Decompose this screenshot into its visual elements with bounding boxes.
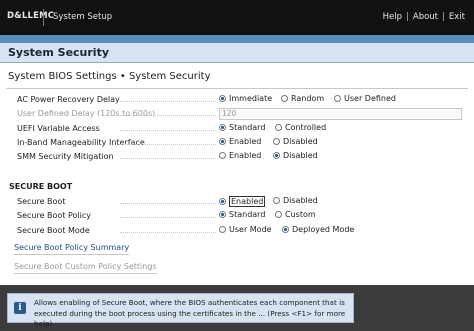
radio-selected-icon [273, 152, 280, 159]
radio-unselected-icon [275, 124, 282, 131]
dotted-leader [120, 144, 216, 145]
radio-selected-icon [219, 124, 226, 131]
setting-row-user-defined-delay: User Defined Delay (120s to 600s) 120 [0, 108, 474, 122]
radio-custom[interactable]: Custom [275, 210, 316, 219]
secure-boot-policy-summary-link[interactable]: Secure Boot Policy Summary [14, 243, 130, 255]
setting-label: Secure Boot [17, 197, 66, 206]
setting-row-smm-security-mitigation: SMM Security Mitigation Enabled Disabled [0, 151, 474, 165]
setting-row-in-band-manageability: In-Band Manageability Interface Enabled … [0, 137, 474, 151]
setting-label: AC Power Recovery Delay [17, 95, 120, 104]
dotted-leader [120, 115, 216, 116]
info-icon: i [14, 302, 26, 314]
radio-selected-icon [219, 198, 226, 205]
radio-immediate[interactable]: Immediate [219, 94, 272, 103]
setting-label: In-Band Manageability Interface [17, 138, 145, 147]
page-title-bar: System Security [0, 43, 474, 63]
radio-random[interactable]: Random [281, 94, 324, 103]
radio-unselected-icon [273, 138, 280, 145]
help-text-line: Allows enabling of Secure Boot, where th… [34, 298, 345, 307]
dotted-leader [120, 101, 216, 102]
setting-row-ac-power-recovery-delay: AC Power Recovery Delay Immediate Random… [0, 94, 474, 108]
help-box: i Allows enabling of Secure Boot, where … [7, 293, 354, 328]
dotted-leader [120, 203, 216, 204]
radio-selected-icon [219, 211, 226, 218]
radio-disabled[interactable]: Disabled [273, 151, 318, 160]
setting-row-uefi-variable-access: UEFI Variable Access Standard Controlled [0, 123, 474, 137]
radio-enabled[interactable]: Enabled [219, 196, 266, 207]
setting-label: User Defined Delay (120s to 600s) [17, 109, 156, 118]
radio-unselected-icon [275, 211, 282, 218]
radio-selected-icon [219, 95, 226, 102]
radio-unselected-icon [219, 152, 226, 159]
radio-disabled[interactable]: Disabled [273, 137, 318, 146]
setting-row-secure-boot-mode: Secure Boot Mode User Mode Deployed Mode [0, 225, 474, 239]
dotted-leader [120, 232, 216, 233]
section-heading: System BIOS Settings • System Security [8, 71, 211, 82]
setting-label: SMM Security Mitigation [17, 152, 114, 161]
radio-selected-icon [219, 138, 226, 145]
page-title: System Security [8, 46, 110, 59]
top-header-bar: D&LLEMC System Setup Help | About | Exit [0, 0, 474, 35]
user-defined-delay-input[interactable]: 120 [219, 108, 462, 120]
secure-boot-custom-policy-settings-link[interactable]: Secure Boot Custom Policy Settings [14, 262, 157, 274]
header-links: Help | About | Exit [383, 12, 465, 22]
help-text-line: executed during the boot process using t… [34, 308, 346, 329]
header-divider [43, 9, 44, 26]
radio-controlled[interactable]: Controlled [275, 123, 326, 132]
secure-boot-heading: SECURE BOOT [9, 182, 73, 191]
radio-standard[interactable]: Standard [219, 123, 265, 132]
exit-link[interactable]: Exit [449, 12, 465, 22]
radio-disabled[interactable]: Disabled [273, 196, 318, 205]
setting-label: UEFI Variable Access [17, 124, 100, 133]
radio-unselected-icon [334, 95, 341, 102]
accent-strip [0, 35, 474, 43]
setting-label: Secure Boot Policy [17, 211, 92, 220]
dotted-leader [120, 217, 216, 218]
help-link[interactable]: Help [383, 12, 402, 22]
setting-label: Secure Boot Mode [17, 226, 90, 235]
radio-standard[interactable]: Standard [219, 210, 265, 219]
dotted-leader [120, 130, 216, 131]
link-separator: | [406, 12, 409, 22]
radio-user-mode[interactable]: User Mode [219, 225, 272, 234]
setting-row-secure-boot-policy: Secure Boot Policy Standard Custom [0, 210, 474, 224]
setting-row-secure-boot: Secure Boot Enabled Disabled [0, 196, 474, 210]
settings-panel: System BIOS Settings • System Security A… [0, 63, 474, 285]
about-link[interactable]: About [413, 12, 438, 22]
radio-unselected-icon [219, 226, 226, 233]
app-title: System Setup [53, 12, 113, 22]
radio-unselected-icon [281, 95, 288, 102]
help-bar: i Allows enabling of Secure Boot, where … [0, 285, 474, 331]
help-text: Allows enabling of Secure Boot, where th… [34, 298, 352, 330]
dell-emc-logo: D&LLEMC [7, 11, 55, 21]
link-separator: | [442, 12, 445, 22]
radio-deployed-mode[interactable]: Deployed Mode [282, 225, 354, 234]
radio-user-defined[interactable]: User Defined [334, 94, 396, 103]
section-divider [6, 88, 468, 89]
radio-selected-icon [282, 226, 289, 233]
radio-unselected-icon [273, 197, 280, 204]
radio-enabled[interactable]: Enabled [219, 151, 261, 160]
radio-enabled[interactable]: Enabled [219, 137, 261, 146]
dotted-leader [120, 158, 216, 159]
